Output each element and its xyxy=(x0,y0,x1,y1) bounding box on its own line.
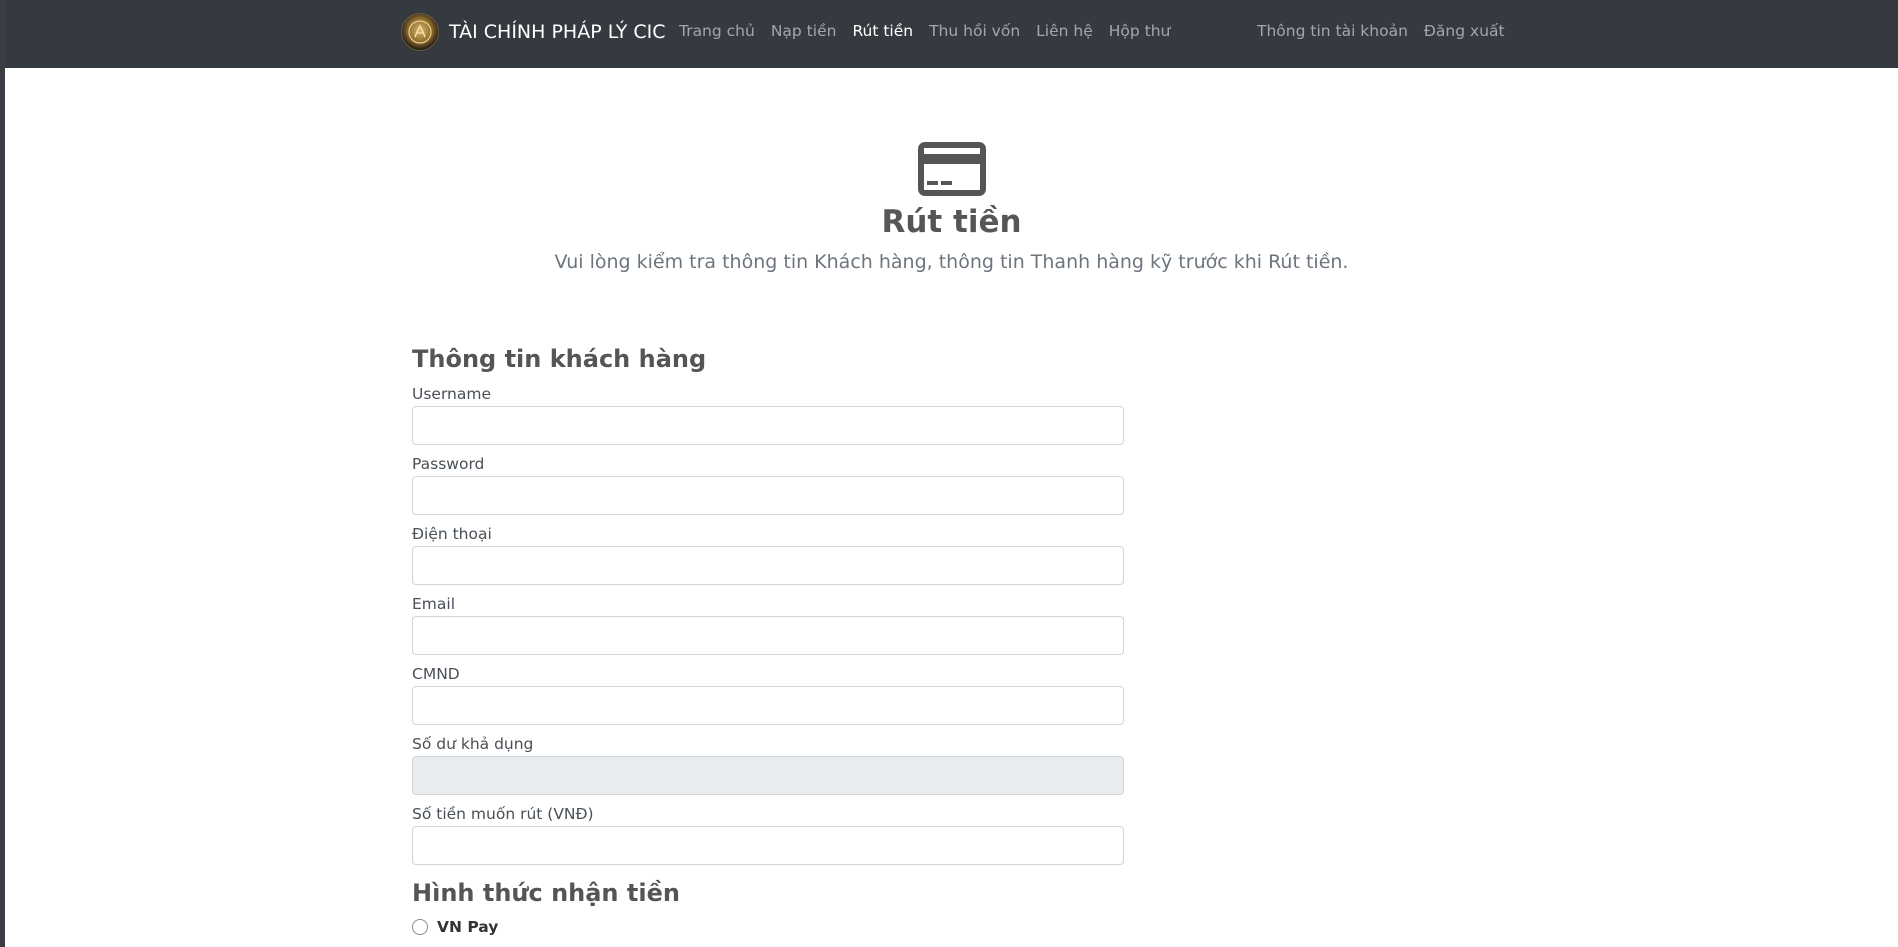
page-subtitle: Vui lòng kiểm tra thông tin Khách hàng, … xyxy=(554,251,1349,273)
nav-link-nap-tien[interactable]: Nạp tiền xyxy=(771,22,837,40)
brand-title: TÀI CHÍNH PHÁP LÝ CIC xyxy=(449,21,666,43)
username-label: Username xyxy=(412,385,492,403)
phone-input[interactable] xyxy=(412,546,1124,585)
credit-card-icon xyxy=(916,140,988,198)
nav-link-logout[interactable]: Đăng xuất xyxy=(1424,22,1505,40)
payment-method-section: Hình thức nhận tiền VN Pay xyxy=(412,874,1124,936)
payment-method-heading: Hình thức nhận tiền xyxy=(412,879,680,907)
main-nav: Trang chủ Nạp tiền Rút tiền Thu hồi vốn … xyxy=(679,22,1186,40)
nav-link-thu-hoi-von[interactable]: Thu hồi vốn xyxy=(929,22,1020,40)
available-balance-input xyxy=(412,756,1124,795)
navbar: TÀI CHÍNH PHÁP LÝ CIC Trang chủ Nạp tiền… xyxy=(5,0,1898,68)
account-nav: Thông tin tài khoản Đăng xuất xyxy=(1257,22,1521,40)
page: TÀI CHÍNH PHÁP LÝ CIC Trang chủ Nạp tiền… xyxy=(5,0,1898,947)
payment-option-vnpay[interactable]: VN Pay xyxy=(412,918,1124,936)
available-balance-label: Số dư khả dụng xyxy=(412,735,534,753)
id-card-label: CMND xyxy=(412,665,460,683)
nav-link-hop-thu[interactable]: Hộp thư xyxy=(1109,22,1171,40)
nav-link-trang-chu[interactable]: Trang chủ xyxy=(679,22,755,40)
phone-label: Điện thoại xyxy=(412,525,492,543)
nav-link-lien-he[interactable]: Liên hệ xyxy=(1036,22,1093,40)
vnpay-label: VN Pay xyxy=(437,918,499,936)
id-card-input[interactable] xyxy=(412,686,1124,725)
page-title: Rút tiền xyxy=(881,204,1022,240)
withdraw-form: Thông tin khách hàng Username Password Đ… xyxy=(412,340,1124,936)
brand[interactable]: TÀI CHÍNH PHÁP LÝ CIC xyxy=(401,12,666,52)
nav-link-rut-tien[interactable]: Rút tiền xyxy=(852,22,913,40)
vnpay-radio[interactable] xyxy=(412,919,428,935)
email-label: Email xyxy=(412,595,456,613)
page-header: Rút tiền Vui lòng kiểm tra thông tin Khá… xyxy=(5,140,1898,276)
customer-info-heading: Thông tin khách hàng xyxy=(412,345,707,373)
password-input[interactable] xyxy=(412,476,1124,515)
nav-link-account-info[interactable]: Thông tin tài khoản xyxy=(1257,22,1408,40)
username-input[interactable] xyxy=(412,406,1124,445)
email-input[interactable] xyxy=(412,616,1124,655)
withdraw-amount-input[interactable] xyxy=(412,826,1124,865)
withdraw-amount-label: Số tiền muốn rút (VNĐ) xyxy=(412,805,594,823)
brand-logo-icon xyxy=(401,13,439,51)
password-label: Password xyxy=(412,455,485,473)
